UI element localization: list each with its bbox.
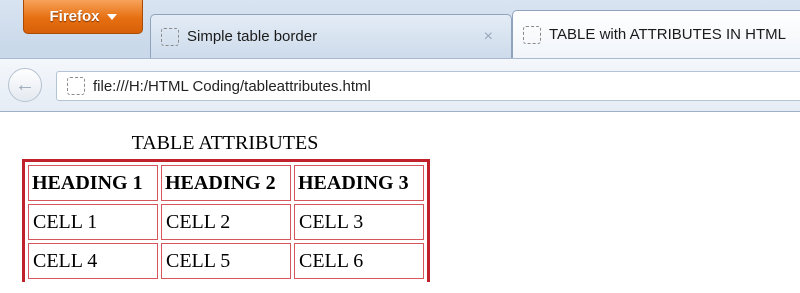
table-row: CELL 4 CELL 5 CELL 6 xyxy=(28,243,424,279)
table-header-cell: HEADING 3 xyxy=(294,165,424,201)
table-header-cell: HEADING 2 xyxy=(161,165,291,201)
tab-title: Simple table border xyxy=(187,28,318,45)
back-button[interactable]: ← xyxy=(8,68,42,102)
page-content: TABLE ATTRIBUTES HEADING 1 HEADING 2 HEA… xyxy=(0,112,800,293)
tab-title: TABLE with ATTRIBUTES IN HTML xyxy=(549,26,786,43)
close-tab-icon[interactable]: × xyxy=(484,28,493,46)
table-caption: TABLE ATTRIBUTES xyxy=(131,132,319,154)
blank-page-icon xyxy=(161,27,179,46)
url-bar[interactable]: file:///H:/HTML Coding/tableattributes.h… xyxy=(56,71,800,101)
table-cell: CELL 4 xyxy=(28,243,158,279)
tab-simple-table-border[interactable]: Simple table border × xyxy=(150,14,512,58)
attributes-table: HEADING 1 HEADING 2 HEADING 3 CELL 1 CEL… xyxy=(22,159,430,282)
blank-page-icon xyxy=(67,77,85,95)
table-cell: CELL 3 xyxy=(294,204,424,240)
back-arrow-icon: ← xyxy=(15,73,35,96)
table-header-row: HEADING 1 HEADING 2 HEADING 3 xyxy=(28,165,424,201)
navigation-bar: ← file:///H:/HTML Coding/tableattributes… xyxy=(0,58,800,112)
table-cell: CELL 1 xyxy=(28,204,158,240)
firefox-menu-label: Firefox xyxy=(49,8,100,25)
table-row: CELL 1 CELL 2 CELL 3 xyxy=(28,204,424,240)
tab-table-attributes[interactable]: TABLE with ATTRIBUTES IN HTML xyxy=(512,10,800,58)
table-header-cell: HEADING 1 xyxy=(28,165,158,201)
url-text: file:///H:/HTML Coding/tableattributes.h… xyxy=(93,77,371,95)
table-cell: CELL 2 xyxy=(161,204,291,240)
table-cell: CELL 5 xyxy=(161,243,291,279)
tab-strip: Firefox Simple table border × TABLE with… xyxy=(0,0,800,58)
browser-chrome: Firefox Simple table border × TABLE with… xyxy=(0,0,800,112)
table-cell: CELL 6 xyxy=(294,243,424,279)
blank-page-icon xyxy=(523,25,541,44)
firefox-menu-button[interactable]: Firefox xyxy=(23,0,143,34)
caret-down-icon xyxy=(106,13,117,20)
